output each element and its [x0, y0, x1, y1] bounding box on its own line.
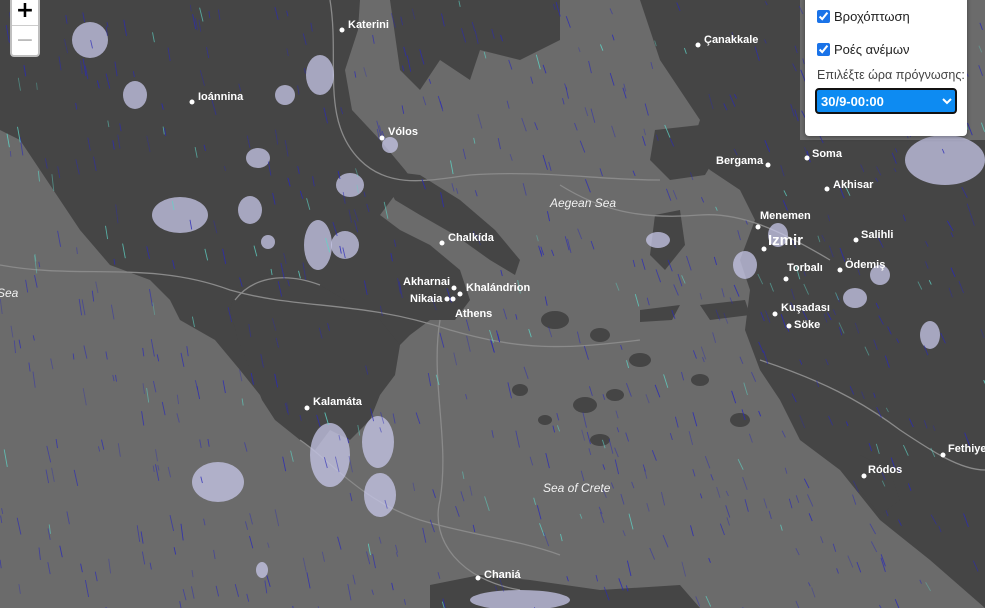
forecast-time-select[interactable]: 30/9-00:00: [815, 88, 957, 114]
city-dot: [695, 42, 701, 48]
city-label: Kuşadası: [781, 302, 830, 314]
city-label: Khalándrion: [466, 282, 530, 294]
zoom-control: + −: [10, 0, 40, 57]
city-label: Söke: [794, 319, 820, 331]
city-dot: [755, 224, 761, 230]
city-dot: [304, 405, 310, 411]
city-dot: [339, 27, 345, 33]
city-dot: [853, 237, 859, 243]
city-label: Katerini: [348, 19, 389, 31]
wind-flow-checkbox[interactable]: [817, 42, 830, 56]
city-dot: [772, 311, 778, 317]
city-dot: [379, 135, 385, 141]
layer-row-precipitation: Βροχόπτωση: [817, 6, 957, 26]
city-label: Torbalı: [787, 262, 823, 274]
sea-label: Aegean Sea: [549, 196, 616, 210]
sea-label: Sea of Crete: [543, 481, 611, 495]
city-dot: [761, 246, 767, 252]
city-dot: [444, 296, 450, 302]
city-label: Athens: [455, 308, 492, 320]
city-label: Izmir: [768, 232, 803, 249]
city-label: Akharnai: [403, 276, 450, 288]
city-label: Menemen: [760, 210, 811, 222]
precipitation-label[interactable]: Βροχόπτωση: [834, 9, 910, 24]
city-dot: [786, 323, 792, 329]
city-label: Ródos: [868, 464, 902, 476]
city-label: Fethiye: [948, 443, 985, 455]
city-label: Bergama: [716, 155, 764, 167]
city-dot: [451, 285, 457, 291]
city-label: Ödemiş: [845, 258, 885, 271]
wind-streak: [9, 150, 12, 157]
city-label: Ioánnina: [198, 91, 244, 103]
layer-control-panel: Βροχόπτωση Ροές ανέμων Επιλέξτε ώρα πρόγ…: [805, 0, 967, 136]
city-dot: [861, 473, 867, 479]
city-label: Chaniá: [484, 569, 522, 581]
sea-label: Sea: [0, 286, 19, 300]
city-dot: [765, 162, 771, 168]
city-label: Çanakkale: [704, 34, 758, 46]
precipitation-checkbox[interactable]: [817, 9, 830, 23]
city-dot: [824, 186, 830, 192]
city-label: Chalkída: [448, 232, 495, 244]
city-label: Salihli: [861, 229, 893, 241]
layer-row-wind: Ροές ανέμων: [817, 39, 957, 59]
city-dot: [189, 99, 195, 105]
city-label: Vólos: [388, 126, 418, 138]
wind-flow-label[interactable]: Ροές ανέμων: [834, 42, 910, 57]
city-dot: [940, 452, 946, 458]
city-dot: [439, 240, 445, 246]
city-label: Soma: [812, 148, 843, 160]
forecast-time-label: Επιλέξτε ώρα πρόγνωσης:: [817, 68, 965, 82]
zoom-in-button[interactable]: +: [12, 0, 38, 25]
city-dot: [450, 296, 456, 302]
zoom-out-button[interactable]: −: [12, 25, 38, 55]
city-label: Akhisar: [833, 179, 874, 191]
city-dot: [783, 276, 789, 282]
city-dot: [837, 267, 843, 273]
city-dot: [475, 575, 481, 581]
city-label: Kalamáta: [313, 396, 363, 408]
city-dot: [457, 291, 463, 297]
city-label: Nikaia: [410, 293, 443, 305]
city-dot: [804, 155, 810, 161]
